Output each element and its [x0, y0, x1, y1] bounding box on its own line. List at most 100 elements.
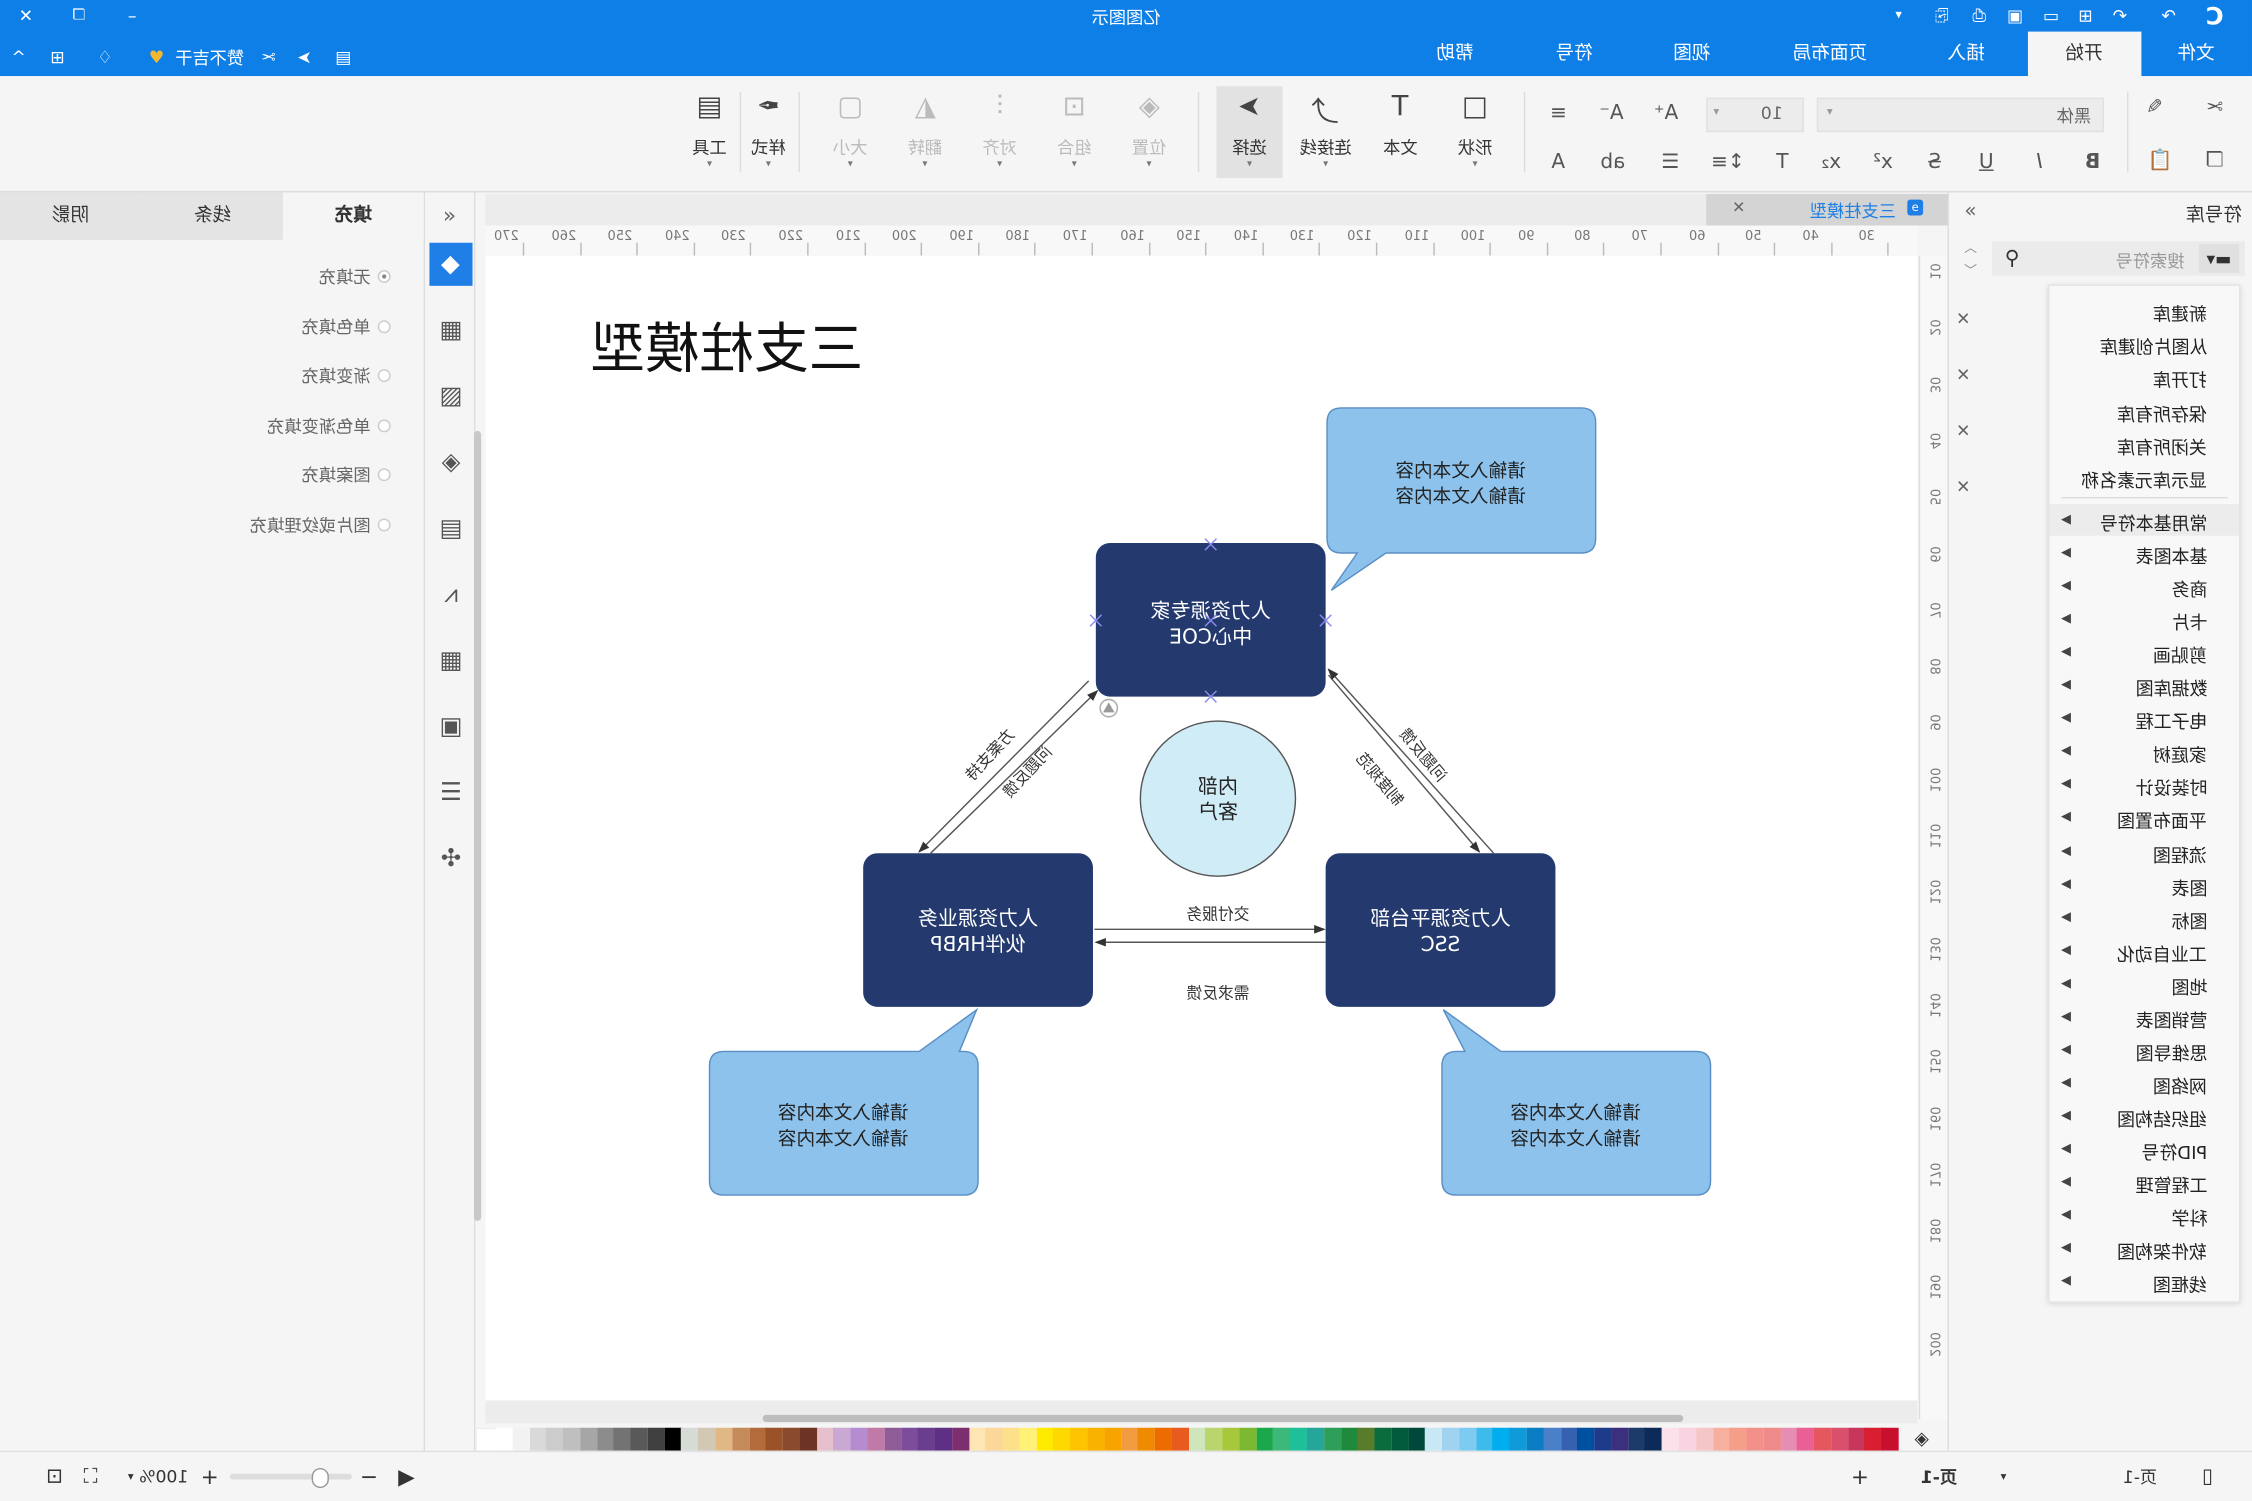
color-swatch[interactable] — [1780, 1427, 1798, 1451]
color-swatch[interactable] — [884, 1427, 902, 1451]
color-swatch[interactable] — [1509, 1427, 1528, 1451]
color-swatch[interactable] — [580, 1427, 598, 1451]
close-icon[interactable]: ✕ — [1956, 421, 1970, 441]
library-action[interactable]: 打开库 — [2154, 365, 2208, 392]
color-swatch[interactable] — [1036, 1427, 1054, 1451]
color-swatch[interactable] — [1053, 1427, 1071, 1451]
library-category[interactable]: ◀ 地图 — [2049, 968, 2239, 1000]
color-swatch[interactable] — [1239, 1427, 1257, 1451]
zoom-slider-thumb[interactable] — [311, 1467, 329, 1489]
color-swatch[interactable] — [630, 1427, 649, 1451]
color-swatch[interactable] — [1814, 1427, 1832, 1451]
color-swatch[interactable] — [985, 1427, 1004, 1451]
color-swatch[interactable] — [1171, 1427, 1190, 1451]
color-swatch[interactable] — [1087, 1427, 1105, 1451]
fit-page-icon[interactable]: ⊡ — [46, 1465, 63, 1488]
toolbar-button[interactable]: T 文本 — [1367, 86, 1433, 178]
expand-panel-icon[interactable]: » — [1964, 200, 1976, 223]
color-swatch[interactable] — [681, 1427, 699, 1451]
color-swatch[interactable] — [1543, 1427, 1561, 1451]
color-swatch[interactable] — [1577, 1427, 1595, 1451]
color-swatch[interactable] — [1729, 1427, 1747, 1451]
color-swatch[interactable] — [1678, 1427, 1697, 1451]
scrollbar-thumb[interactable] — [762, 1414, 1684, 1422]
library-category[interactable]: ◀ 家庭树 — [2049, 736, 2239, 768]
color-swatch[interactable] — [1611, 1427, 1629, 1451]
color-swatch[interactable] — [1695, 1427, 1714, 1451]
center-circle[interactable] — [1139, 720, 1297, 877]
color-swatch[interactable] — [1306, 1427, 1325, 1451]
color-swatch[interactable] — [1205, 1427, 1223, 1451]
library-category[interactable]: ◀ 剪贴画 — [2049, 637, 2239, 669]
toolbar-button[interactable]: □ 形状 ▾ — [1442, 86, 1508, 178]
toolbar-button[interactable]: ✒ 样式 ▾ — [735, 86, 801, 178]
library-category[interactable]: ◀ 流程图 — [2049, 835, 2239, 867]
library-category[interactable]: ◀ 时装设计 — [2049, 769, 2239, 801]
color-swatch[interactable] — [1526, 1427, 1545, 1451]
color-swatch[interactable] — [765, 1427, 784, 1451]
library-category[interactable]: ◀ 电子工程 — [2049, 703, 2239, 735]
zoom-in-icon[interactable]: + — [201, 1464, 219, 1490]
box-hrbp[interactable] — [863, 853, 1093, 1007]
box-ssc[interactable] — [1325, 853, 1556, 1007]
color-swatch[interactable] — [1137, 1427, 1156, 1451]
color-swatch[interactable] — [1002, 1427, 1020, 1451]
color-swatch[interactable] — [1847, 1427, 1866, 1451]
connector-coe-ssc[interactable] — [1327, 674, 1481, 853]
color-swatch[interactable] — [1763, 1427, 1781, 1451]
color-swatch[interactable] — [1594, 1427, 1612, 1451]
toolbar-button[interactable]: ◈ 位置 ▾ — [1116, 86, 1182, 178]
library-category[interactable]: ◀ 线框图 — [2049, 1266, 2239, 1298]
library-category[interactable]: ◀ 软件架构图 — [2049, 1233, 2239, 1265]
color-swatch[interactable] — [698, 1427, 716, 1451]
horizontal-scrollbar[interactable] — [485, 1400, 1918, 1424]
close-icon[interactable]: ✕ — [1956, 365, 1970, 385]
library-category[interactable]: ◀ 商务 — [2049, 570, 2239, 602]
color-swatch[interactable] — [1408, 1427, 1426, 1451]
page-menu-icon[interactable]: ▾ — [2001, 1470, 2007, 1483]
library-category[interactable]: ◀ 数据库图 — [2049, 670, 2239, 702]
scroll-down-icon[interactable]: ﹀ — [1964, 261, 1977, 279]
color-swatch[interactable] — [850, 1427, 868, 1451]
color-swatch[interactable] — [529, 1427, 547, 1451]
color-swatch[interactable] — [1797, 1427, 1815, 1451]
library-action[interactable]: 显示库元素名称 — [2082, 465, 2208, 492]
color-swatch[interactable] — [935, 1427, 953, 1451]
color-swatch[interactable] — [951, 1427, 970, 1451]
color-swatch[interactable] — [1222, 1427, 1240, 1451]
color-swatch[interactable] — [1864, 1427, 1883, 1451]
color-swatch[interactable] — [1290, 1427, 1308, 1451]
color-swatch[interactable] — [1628, 1427, 1646, 1451]
toolbar-button[interactable]: ⊡ 组合 ▾ — [1041, 86, 1107, 178]
diagram-title[interactable]: 三支柱模型 — [590, 317, 863, 381]
color-swatch[interactable] — [1070, 1427, 1088, 1451]
zoom-level[interactable]: 100% — [139, 1467, 188, 1487]
library-category[interactable]: ◀ 工程管理 — [2049, 1166, 2239, 1198]
library-category[interactable]: ◀ 基本图表 — [2049, 537, 2239, 569]
library-category[interactable]: ◀ 图标 — [2049, 901, 2239, 933]
color-swatch[interactable] — [1340, 1427, 1359, 1451]
color-swatch[interactable] — [833, 1427, 851, 1451]
color-swatch[interactable] — [732, 1427, 750, 1451]
page-tab-active[interactable]: 页-1 — [1921, 1464, 1957, 1488]
fill-bucket-icon[interactable]: ◈ — [1914, 1428, 1928, 1450]
search-symbols-input[interactable]: ⚲ 搜索符号 ▾▬ — [1992, 241, 2245, 276]
library-category[interactable]: ◀ 工业自动化 — [2049, 935, 2239, 967]
color-swatch[interactable] — [563, 1427, 581, 1451]
color-swatch[interactable] — [1120, 1427, 1139, 1451]
color-swatch[interactable] — [782, 1427, 801, 1451]
color-swatch[interactable] — [901, 1427, 919, 1451]
library-action[interactable]: 从图片创建库 — [2100, 332, 2208, 359]
color-swatch[interactable] — [1712, 1427, 1731, 1451]
color-swatch[interactable] — [1492, 1427, 1511, 1451]
color-swatch[interactable] — [1476, 1427, 1494, 1451]
color-swatch[interactable] — [1256, 1427, 1274, 1451]
color-swatch[interactable] — [867, 1427, 885, 1451]
color-swatch[interactable] — [1425, 1427, 1443, 1451]
library-category[interactable]: ◀ PID符号 — [2049, 1133, 2239, 1165]
library-category[interactable]: ◀ 卡片 — [2049, 603, 2239, 635]
add-page-icon[interactable]: + — [1851, 1464, 1869, 1490]
library-category[interactable]: ◀ 常用基本符号 — [2049, 504, 2240, 536]
color-swatch[interactable] — [799, 1427, 818, 1451]
library-action[interactable]: 新建库 — [2154, 299, 2208, 326]
